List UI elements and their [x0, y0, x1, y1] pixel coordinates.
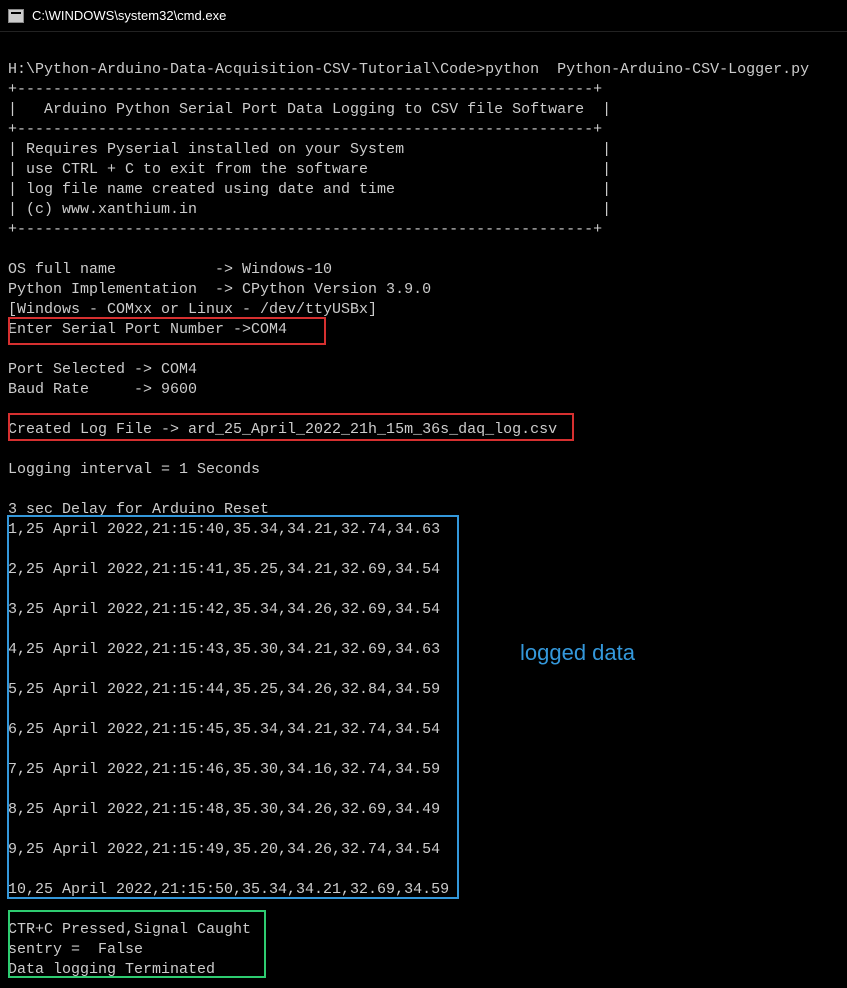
- terminal-output[interactable]: H:\Python-Arduino-Data-Acquisition-CSV-T…: [0, 32, 847, 988]
- data-row: 7,25 April 2022,21:15:46,35.30,34.16,32.…: [8, 760, 839, 780]
- data-row: 5,25 April 2022,21:15:44,35.25,34.26,32.…: [8, 680, 839, 700]
- terminated-line: Data logging Terminated: [8, 960, 839, 980]
- data-row: 8,25 April 2022,21:15:48,35.30,34.26,32.…: [8, 800, 839, 820]
- delay-msg-line: 3 sec Delay for Arduino Reset: [8, 500, 839, 520]
- command-prompt-line: H:\Python-Arduino-Data-Acquisition-CSV-T…: [8, 60, 839, 80]
- header-title-line: | Arduino Python Serial Port Data Loggin…: [8, 100, 839, 120]
- header-border-top: +---------------------------------------…: [8, 80, 839, 100]
- port-hint-line: [Windows - COMxx or Linux - /dev/ttyUSBx…: [8, 300, 839, 320]
- data-row: 10,25 April 2022,21:15:50,35.34,34.21,32…: [8, 880, 839, 900]
- info-exit: | use CTRL + C to exit from the software…: [8, 160, 839, 180]
- window-title: C:\WINDOWS\system32\cmd.exe: [32, 8, 226, 23]
- cmd-icon: [8, 9, 24, 23]
- sentry-line: sentry = False: [8, 940, 839, 960]
- enter-port-line: Enter Serial Port Number ->COM4: [8, 320, 839, 340]
- data-row: 1,25 April 2022,21:15:40,35.34,34.21,32.…: [8, 520, 839, 540]
- data-row: 9,25 April 2022,21:15:49,35.20,34.26,32.…: [8, 840, 839, 860]
- data-row: 3,25 April 2022,21:15:42,35.34,34.26,32.…: [8, 600, 839, 620]
- window-titlebar[interactable]: C:\WINDOWS\system32\cmd.exe: [0, 0, 847, 32]
- data-row: 2,25 April 2022,21:15:41,35.25,34.21,32.…: [8, 560, 839, 580]
- info-requires: | Requires Pyserial installed on your Sy…: [8, 140, 839, 160]
- info-copyright: | (c) www.xanthium.in |: [8, 200, 839, 220]
- header-border-bottom: +---------------------------------------…: [8, 220, 839, 240]
- header-border-mid: +---------------------------------------…: [8, 120, 839, 140]
- logging-interval-line: Logging interval = 1 Seconds: [8, 460, 839, 480]
- created-logfile-line: Created Log File -> ard_25_April_2022_21…: [8, 420, 839, 440]
- python-version-line: Python Implementation -> CPython Version…: [8, 280, 839, 300]
- os-name-line: OS full name -> Windows-10: [8, 260, 839, 280]
- port-selected-line: Port Selected -> COM4: [8, 360, 839, 380]
- baud-rate-line: Baud Rate -> 9600: [8, 380, 839, 400]
- ctrlc-caught-line: CTR+C Pressed,Signal Caught: [8, 920, 839, 940]
- data-row: 6,25 April 2022,21:15:45,35.34,34.21,32.…: [8, 720, 839, 740]
- annotation-label-logged-data: logged data: [520, 640, 635, 666]
- info-logfile: | log file name created using date and t…: [8, 180, 839, 200]
- data-row: 4,25 April 2022,21:15:43,35.30,34.21,32.…: [8, 640, 839, 660]
